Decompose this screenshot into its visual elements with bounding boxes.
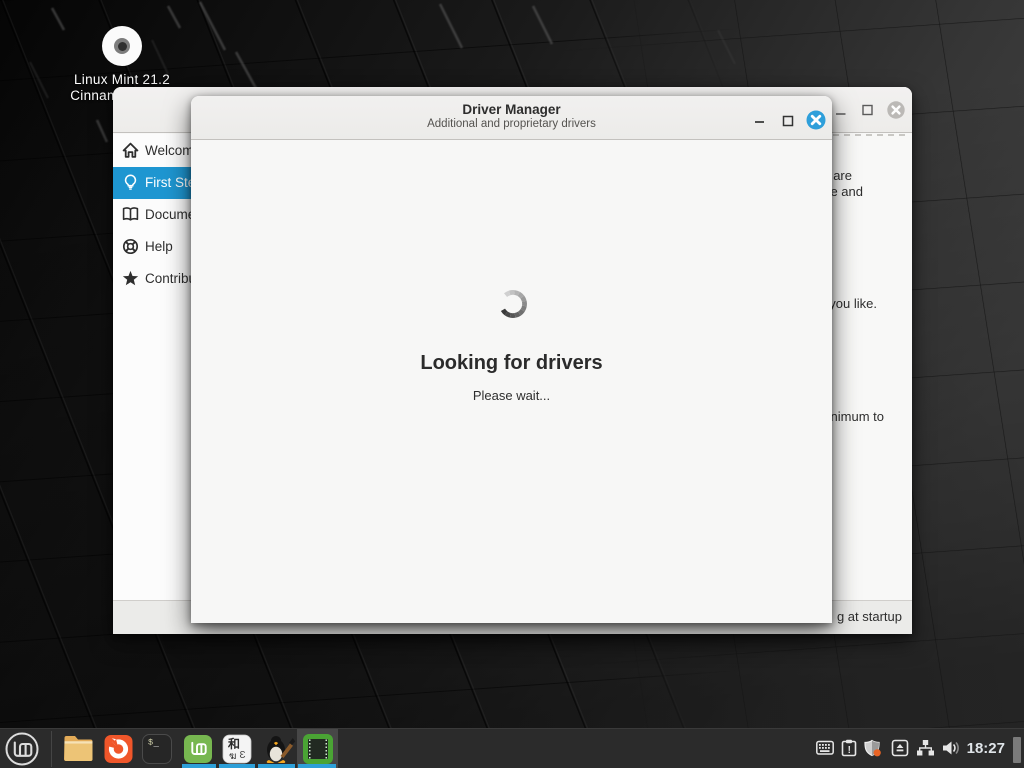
svg-text:_: _ <box>153 739 160 749</box>
svg-text:ฆ: ฆ <box>229 751 236 762</box>
svg-text:Ɛ: Ɛ <box>240 750 246 761</box>
svg-text:和: 和 <box>227 736 240 751</box>
svg-text:$: $ <box>148 738 153 748</box>
svg-text:!: ! <box>848 745 851 756</box>
